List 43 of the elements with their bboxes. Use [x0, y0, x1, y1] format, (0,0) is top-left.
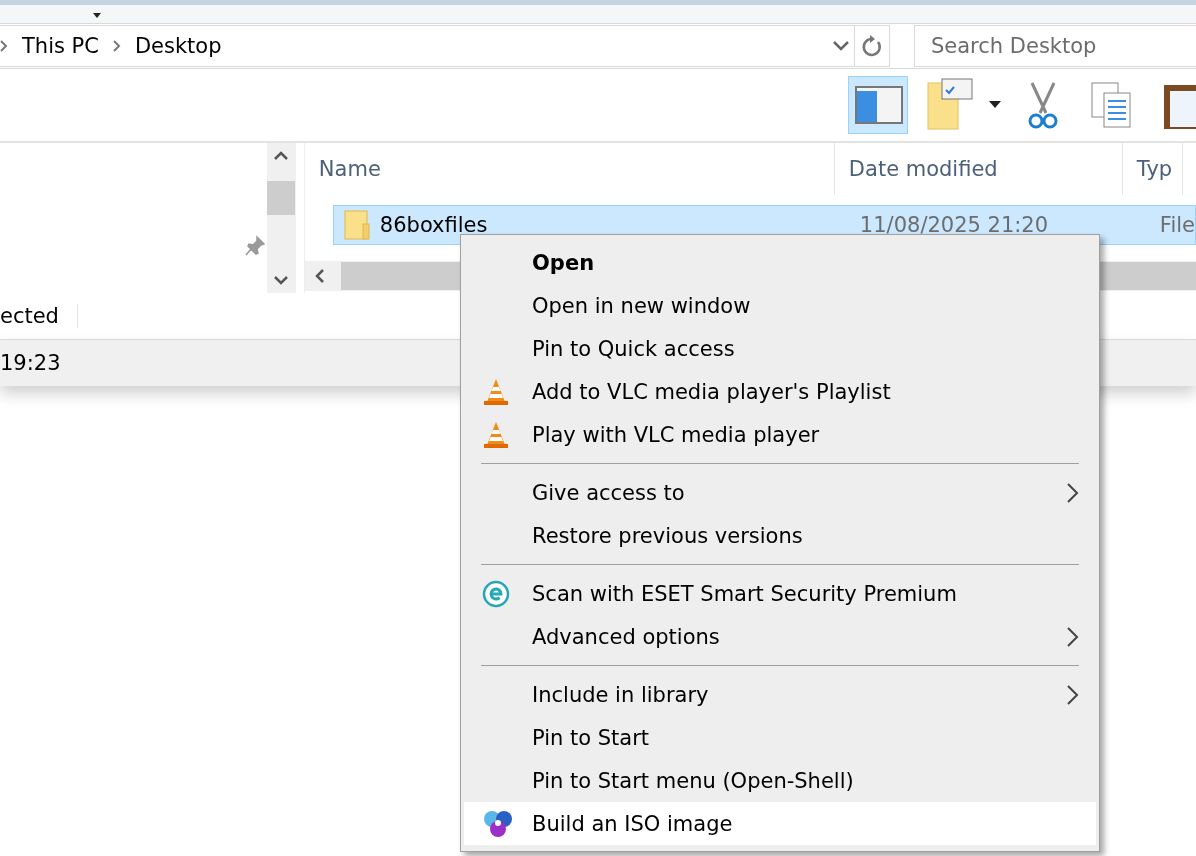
disc-stack-icon: [482, 808, 514, 839]
column-header[interactable]: Typ: [1136, 157, 1173, 181]
menu-item[interactable]: Pin to Quick access: [464, 327, 1096, 370]
submenu-chevron-icon: [1066, 626, 1080, 648]
date-modified: 11/08/2025 21:20: [858, 213, 1050, 237]
menu-item[interactable]: Play with VLC media player: [464, 413, 1096, 456]
scroll-down-icon[interactable]: [273, 275, 290, 287]
details-time: 19:23: [0, 351, 61, 375]
pin-icon[interactable]: [244, 235, 266, 257]
submenu-chevron-icon: [1066, 482, 1080, 504]
breadcrumb-item[interactable]: This PC: [22, 34, 99, 58]
refresh-icon: [861, 34, 883, 58]
traffic-cone-icon: [482, 420, 510, 449]
column-header[interactable]: Name: [318, 157, 381, 181]
menu-item[interactable]: Open in new window: [464, 284, 1096, 327]
menu-item[interactable]: Give access to: [464, 471, 1096, 514]
menu-item[interactable]: Scan with ESET Smart Security Premium: [464, 572, 1096, 615]
menu-item[interactable]: Build an ISO image: [464, 802, 1096, 845]
menu-item[interactable]: Include in library: [464, 673, 1096, 716]
scroll-thumb[interactable]: [267, 181, 296, 215]
chevron-right-icon: [0, 40, 8, 52]
vertical-scrollbar[interactable]: [266, 143, 296, 293]
chevron-right-icon: [112, 40, 121, 52]
menu-item[interactable]: Pin to Start: [464, 716, 1096, 759]
column-header[interactable]: Date modified: [848, 157, 998, 181]
menu-item[interactable]: Restore previous versions: [464, 514, 1096, 557]
caret-icon[interactable]: [92, 12, 102, 20]
dropdown-caret-icon[interactable]: [988, 100, 1002, 110]
traffic-cone-icon: [482, 377, 510, 406]
submenu-chevron-icon: [1066, 684, 1080, 706]
scroll-up-icon[interactable]: [273, 149, 290, 161]
folder-icon: [343, 210, 370, 240]
address-bar[interactable]: This PC Desktop: [0, 25, 890, 67]
status-text: ected: [0, 304, 78, 328]
dropdown-chevron-icon[interactable]: [832, 40, 850, 52]
menu-item[interactable]: Add to VLC media player's Playlist: [464, 370, 1096, 413]
file-type: File: [1158, 213, 1195, 237]
preview-pane-button[interactable]: [848, 76, 908, 134]
file-name: 86boxfiles: [379, 213, 488, 237]
breadcrumb-item[interactable]: Desktop: [134, 34, 222, 58]
menu-item[interactable]: Pin to Start menu (Open-Shell): [464, 759, 1096, 802]
search-field[interactable]: Search Desktop: [914, 25, 1196, 67]
menu-item[interactable]: Advanced options: [464, 615, 1096, 658]
